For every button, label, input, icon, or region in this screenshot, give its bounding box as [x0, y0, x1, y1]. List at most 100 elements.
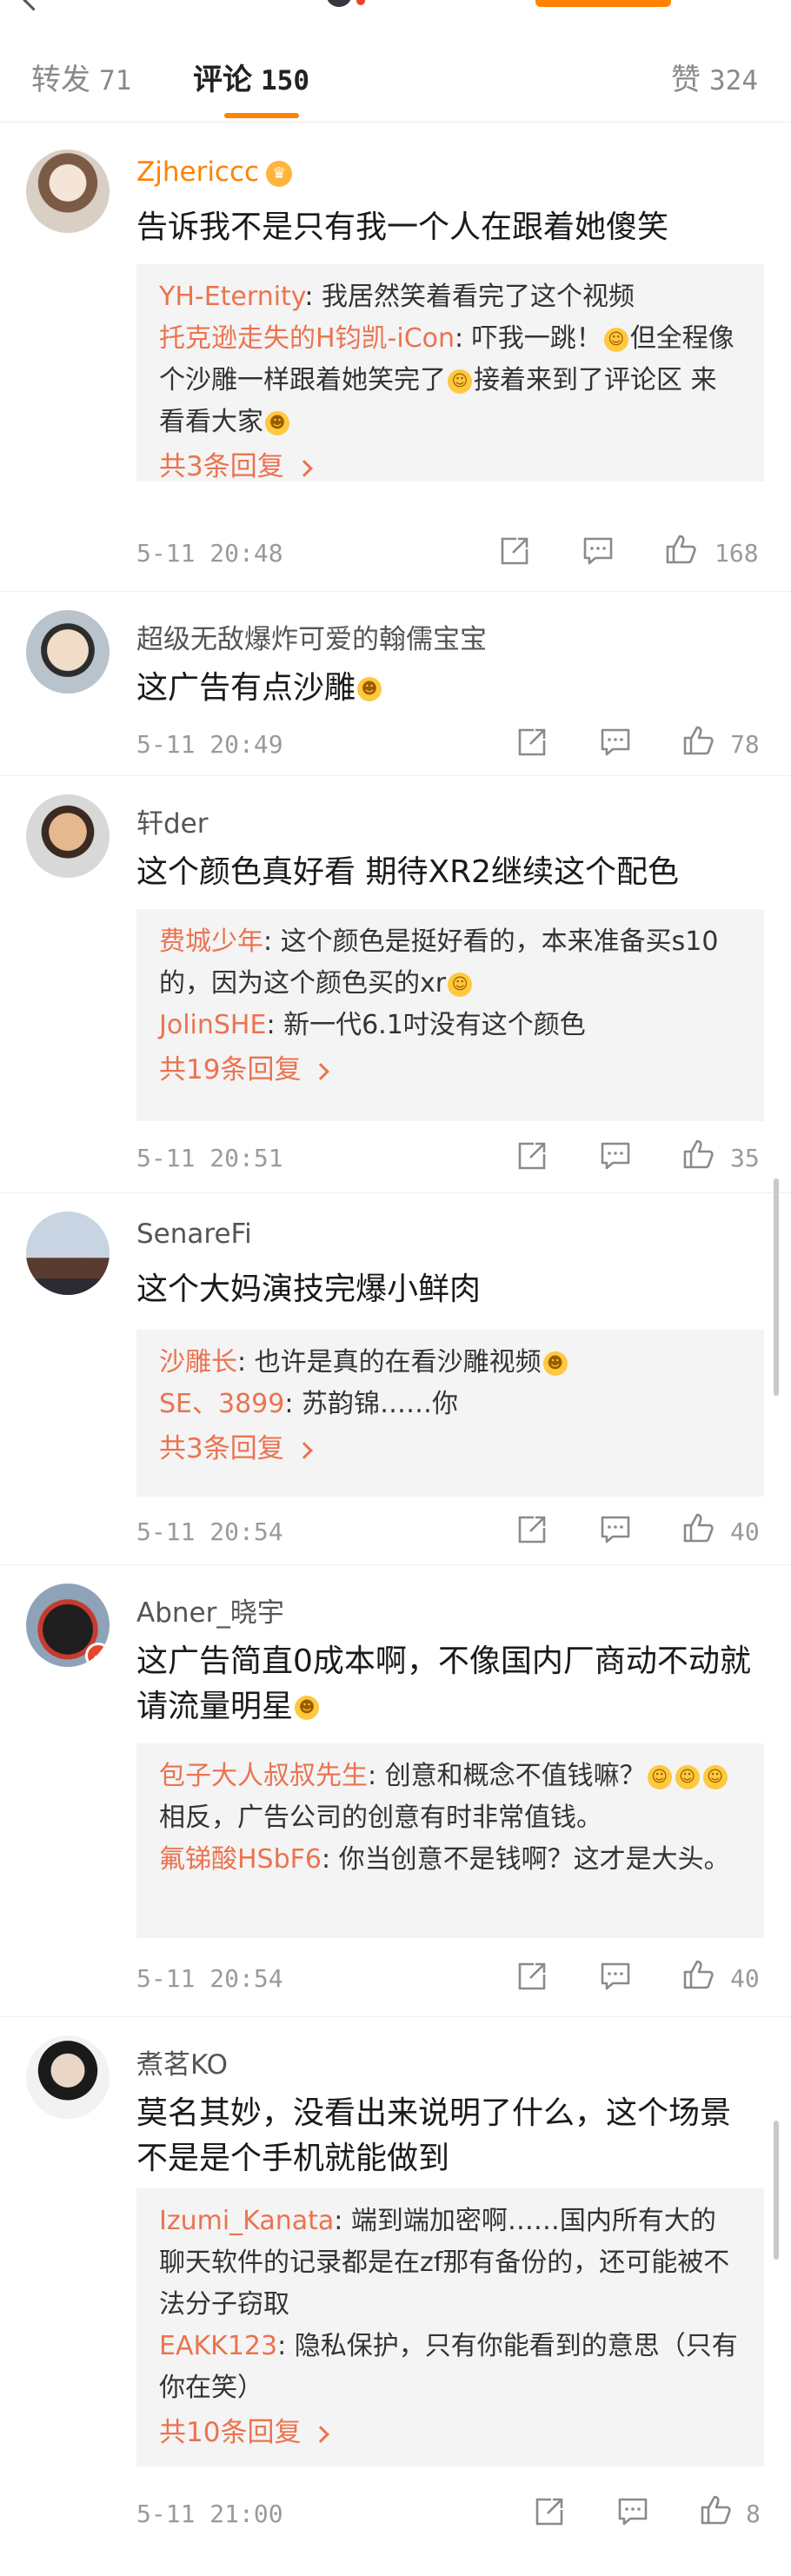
tab-forward[interactable]: 转发 71: [31, 56, 131, 98]
back-arrow-icon[interactable]: [23, 0, 44, 11]
reply-text-cont: 相反，广告公司的创意有时非常值钱。: [159, 1803, 602, 1833]
comment-username[interactable]: 煮茗KO: [136, 2042, 228, 2081]
author-avatar[interactable]: [326, 0, 352, 7]
comment-time: 5-11 20:49: [136, 730, 283, 759]
comment-text: 这广告简直0成本啊，不像国内厂商动不动就请流量明星 ☻: [136, 1639, 755, 1730]
scrollbar-thumb-lower[interactable]: [774, 2121, 779, 2260]
follow-button[interactable]: [535, 0, 671, 7]
scrollbar-thumb[interactable]: [774, 1178, 779, 1396]
like-count: 8: [746, 2500, 761, 2528]
view-more-replies[interactable]: 共3条回复: [159, 1425, 741, 1472]
more-replies-label: 共10条回复: [159, 2417, 302, 2448]
reply-text: : 苏韵锦……你: [284, 1389, 459, 1419]
avatar[interactable]: [26, 149, 110, 233]
like-icon[interactable]: [681, 723, 716, 758]
comment-icon[interactable]: [615, 2494, 650, 2529]
avatar[interactable]: ✓: [26, 1583, 110, 1667]
reply-username[interactable]: 费城少年: [159, 926, 263, 957]
like-count: 40: [730, 1964, 760, 1993]
view-more-replies[interactable]: 共19条回复: [159, 1046, 741, 1093]
comment-username[interactable]: 超级无敌爆炸可爱的翰儒宝宝: [136, 617, 487, 656]
chevron-right-icon: [312, 1062, 330, 1080]
avatar[interactable]: [26, 610, 110, 694]
chevron-right-icon: [295, 1441, 313, 1459]
reply-username[interactable]: 托克逊走失的H钧凯-iCon: [159, 323, 455, 354]
comment-time: 5-11 20:48: [136, 539, 283, 568]
reply-username[interactable]: JolinSHE: [159, 1010, 266, 1040]
reply-text: : 创意和概念不值钱嘛？: [368, 1761, 646, 1791]
comment-item: ✓ Abner_晓宇 这广告简直0成本啊，不像国内厂商动不动就请流量明星 ☻ 包子…: [0, 1564, 791, 2017]
comment-icon[interactable]: [598, 1959, 633, 1994]
tab-likes[interactable]: 赞 324: [671, 56, 758, 98]
comment-time: 5-11 21:00: [136, 2500, 283, 2528]
comment-item: 超级无敌爆炸可爱的翰儒宝宝 这广告有点沙雕 ☻ 5-11 20:49 78: [0, 591, 791, 776]
reply-username[interactable]: SE、3899: [159, 1389, 284, 1419]
like-icon[interactable]: [681, 1510, 716, 1545]
more-replies-label: 共19条回复: [159, 1054, 302, 1086]
reply-username[interactable]: 包子大人叔叔先生: [159, 1761, 368, 1791]
reply-text: : 新一代6.1吋没有这个颜色: [266, 1010, 586, 1040]
reply-box[interactable]: 费城少年: 这个颜色是挺好看的，本来准备买s10的，因为这个颜色买的xr ☺ Jo…: [136, 909, 764, 1121]
tab-likes-label: 赞: [671, 63, 701, 97]
tab-comments[interactable]: 评论 150: [193, 56, 309, 98]
comment-item: SenareFi 这个大妈演技完爆小鲜肉 沙雕长: 也许是真的在看沙雕视频 ☻ S…: [0, 1192, 791, 1565]
share-icon[interactable]: [497, 534, 532, 568]
tab-likes-count: 324: [709, 65, 758, 96]
header-strip: [0, 0, 791, 12]
avatar[interactable]: [26, 794, 110, 878]
share-icon[interactable]: [532, 2494, 567, 2529]
reply-username[interactable]: 氟锑酸HSbF6: [159, 1844, 322, 1875]
laugh-emoji-icon: ☺: [675, 1764, 700, 1789]
tab-comments-label: 评论: [193, 63, 252, 97]
vip-crown-icon: ♛: [266, 160, 293, 187]
avatar[interactable]: [26, 2035, 110, 2119]
like-icon[interactable]: [664, 532, 699, 567]
reply-box[interactable]: Izumi_Kanata: 端到端加密啊……国内所有大的聊天软件的记录都是在zf…: [136, 2188, 764, 2466]
laugh-cry-emoji-icon: ☺: [603, 327, 628, 352]
share-icon[interactable]: [515, 1959, 549, 1994]
avatar[interactable]: [26, 1212, 110, 1295]
reply-text: : 吓我一跳！: [455, 323, 602, 354]
comment-username[interactable]: Zjhericcc ♛: [136, 156, 293, 188]
comment-icon[interactable]: [598, 1139, 633, 1173]
verified-badge-icon: [356, 0, 365, 5]
doge-emoji-icon: ☻: [295, 1696, 320, 1720]
comment-icon[interactable]: [598, 1512, 633, 1547]
reply-username[interactable]: 沙雕长: [159, 1347, 237, 1378]
view-more-replies[interactable]: 共10条回复: [159, 2409, 741, 2456]
share-icon[interactable]: [515, 725, 549, 760]
view-more-replies[interactable]: 共3条回复: [159, 443, 741, 490]
like-icon[interactable]: [681, 1137, 716, 1172]
tab-comments-count: 150: [261, 65, 309, 96]
reply-username[interactable]: EAKK123: [159, 2331, 277, 2361]
reply-text: : 我居然笑着看完了这个视频: [304, 282, 635, 312]
more-replies-label: 共3条回复: [159, 451, 284, 482]
chevron-right-icon: [312, 2425, 330, 2443]
like-icon[interactable]: [699, 2493, 734, 2527]
reply-item: 费城少年: 这个颜色是挺好看的，本来准备买s10的，因为这个颜色买的xr ☺: [159, 921, 741, 1005]
verified-badge-icon: ✓: [85, 1643, 110, 1667]
comment-username[interactable]: Abner_晓宇: [136, 1590, 284, 1630]
share-icon[interactable]: [515, 1512, 549, 1547]
share-icon[interactable]: [515, 1139, 549, 1173]
comment-username[interactable]: 轩der: [136, 801, 209, 840]
comment-item: 煮茗KO 莫名其妙，没看出来说明了什么，这个场景不是是个手机就能做到 Izumi…: [0, 2016, 791, 2576]
reply-username[interactable]: Izumi_Kanata: [159, 2206, 334, 2236]
comment-text-content: 这广告简直0成本啊，不像国内厂商动不动就请流量明星: [136, 1643, 751, 1724]
reply-box[interactable]: 沙雕长: 也许是真的在看沙雕视频 ☻ SE、3899: 苏韵锦……你 共3条回复: [136, 1330, 764, 1497]
reply-box[interactable]: YH-Eternity: 我居然笑着看完了这个视频 托克逊走失的H钧凯-iCon…: [136, 264, 764, 482]
reply-item: 氟锑酸HSbF6: 你当创意不是钱啊？这才是大头。: [159, 1839, 741, 1881]
reply-username[interactable]: YH-Eternity: [159, 282, 304, 312]
username-text: Zjhericcc: [136, 156, 260, 188]
reply-box[interactable]: 包子大人叔叔先生: 创意和概念不值钱嘛？ ☺ ☺ ☺相反，广告公司的创意有时非常值钱。…: [136, 1743, 764, 1938]
like-icon[interactable]: [681, 1957, 716, 1992]
comment-icon[interactable]: [598, 725, 633, 760]
comment-icon[interactable]: [581, 534, 615, 568]
reply-text: : 也许是真的在看沙雕视频: [237, 1347, 542, 1378]
laugh-emoji-icon: ☺: [448, 972, 473, 997]
comment-username[interactable]: SenareFi: [136, 1218, 252, 1250]
comment-time: 5-11 20:54: [136, 1964, 283, 1993]
comment-text: 这广告有点沙雕 ☻: [136, 666, 383, 711]
reply-item: YH-Eternity: 我居然笑着看完了这个视频: [159, 276, 741, 318]
reply-item: 包子大人叔叔先生: 创意和概念不值钱嘛？ ☺ ☺ ☺相反，广告公司的创意有时非常值钱。: [159, 1756, 741, 1839]
